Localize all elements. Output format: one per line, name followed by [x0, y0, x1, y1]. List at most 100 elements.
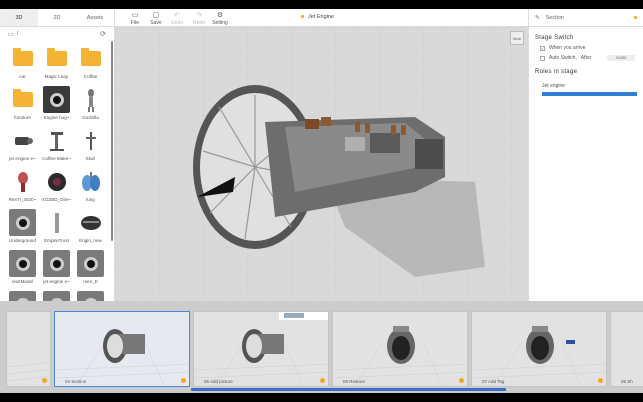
folder-icon: [9, 45, 36, 72]
asset-item[interactable]: Engine hug~: [40, 86, 73, 127]
object-thumbnail: [43, 209, 70, 236]
engine-component: [305, 119, 319, 129]
folder-icon: [77, 45, 104, 72]
asset-item[interactable]: EmpireTrust: [40, 209, 73, 250]
asset-item[interactable]: Skull: [74, 127, 107, 168]
engine-thumbnail: [43, 86, 70, 113]
slide-thumbnail: [472, 326, 606, 386]
home-indicator-bar: [0, 393, 643, 402]
file-button[interactable]: ▭ File: [125, 11, 145, 26]
properties-header: ✎ Section: [529, 9, 643, 27]
asset-item[interactable]: jet engine e~: [40, 250, 73, 291]
status-bar: [0, 0, 643, 9]
when-arrive-option[interactable]: ✓ When you arrive: [540, 45, 643, 51]
asset-item[interactable]: car: [6, 45, 39, 86]
asset-item[interactable]: Coffee Make~: [40, 127, 73, 168]
scene-canvas: [115, 27, 528, 301]
engine-thumbnail: [9, 209, 36, 236]
object-thumbnail: [9, 168, 36, 195]
asset-tabs: 3D 2D Assets: [0, 9, 114, 27]
slide-badge: [320, 378, 325, 383]
status-dot: [634, 16, 637, 19]
asset-item[interactable]: Coffee: [74, 45, 107, 86]
object-thumbnail: [43, 168, 70, 195]
stage-slide[interactable]: [6, 311, 51, 387]
redo-button[interactable]: ↷ Redo: [189, 11, 209, 26]
undo-button[interactable]: ↶ Undo: [167, 11, 187, 26]
save-icon: ▢: [152, 12, 160, 19]
roles-title: Roles in stage: [535, 69, 578, 75]
slide-badge: [459, 378, 464, 383]
asset-item[interactable]: Engin_new: [74, 209, 107, 250]
3d-viewport[interactable]: Mode: [115, 27, 528, 301]
object-thumbnail: [77, 209, 104, 236]
asset-item[interactable]: RenTi_2020~: [6, 168, 39, 209]
engine-nozzle: [415, 139, 443, 169]
asset-item[interactable]: [40, 291, 73, 301]
stage-slide-restore[interactable]: 06 Restore: [332, 311, 468, 387]
asset-item[interactable]: jet engine e~: [6, 127, 39, 168]
slide-badge: [598, 378, 603, 383]
engine-thumbnail: [77, 250, 104, 277]
when-arrive-checkbox[interactable]: ✓: [540, 45, 545, 51]
slide-badge: [42, 378, 47, 383]
asset-item[interactable]: Godzilla: [74, 86, 107, 127]
path-bar: ▭ / ⟳: [0, 27, 114, 41]
document-title: Jet Engine: [301, 14, 334, 20]
gear-icon: ⚙: [216, 12, 224, 19]
asset-item[interactable]: [74, 291, 107, 301]
view-mode-button[interactable]: Mode: [510, 31, 524, 45]
figure-thumbnail: [77, 86, 104, 113]
unsaved-dot: [301, 15, 304, 19]
object-thumbnail: [77, 127, 104, 154]
properties-panel: ✎ Section Stage Switch ✓ When you arrive…: [528, 9, 643, 301]
asset-item[interactable]: Underground: [6, 209, 39, 250]
slide-thumbnail: [7, 361, 50, 382]
engine-thumbnail: [43, 291, 70, 301]
object-thumbnail: [43, 127, 70, 154]
slide-thumbnail: [55, 329, 189, 386]
asset-item[interactable]: furniture: [6, 86, 39, 127]
role-selection-bar[interactable]: [542, 92, 637, 96]
edit-icon: ✎: [535, 14, 540, 21]
tab-assets[interactable]: Assets: [76, 9, 114, 26]
asset-scrollbar[interactable]: [111, 41, 113, 241]
folder-icon: ▭: [131, 12, 139, 19]
lung-thumbnail: [77, 168, 104, 195]
asset-item[interactable]: XGZBD_Dire~: [40, 168, 73, 209]
path-text: /: [16, 31, 19, 37]
asset-item[interactable]: Magic Leap: [40, 45, 73, 86]
save-button[interactable]: ▢ Save: [146, 11, 166, 26]
folder-icon: [9, 86, 36, 113]
after-seconds-input[interactable]: 5.000: [607, 55, 636, 61]
tab-2d[interactable]: 2D: [38, 9, 76, 26]
slide-thumbnail: [194, 312, 328, 386]
stage-slide-add-tag[interactable]: 07 Add Tag: [471, 311, 607, 387]
stage-slide-section[interactable]: 04 Section: [54, 311, 190, 387]
toolbar: ▭ File ▢ Save ↶ Undo ↷ Redo ⚙ Setting Jet Eng…: [115, 9, 528, 27]
auto-switch-checkbox[interactable]: [540, 55, 545, 61]
engine-thumbnail: [77, 291, 104, 301]
asset-item[interactable]: [6, 291, 39, 301]
stage-slide[interactable]: 08 Sh: [610, 311, 643, 387]
asset-grid: car Magic Leap Coffee furniture Engine h…: [6, 45, 108, 301]
tab-3d[interactable]: 3D: [0, 9, 38, 26]
slide-badge: [181, 378, 186, 383]
stage-timeline: 04 Section 05 Add picture 06 Restore 07 …: [0, 301, 643, 393]
setting-button[interactable]: ⚙ Setting: [210, 11, 230, 26]
object-thumbnail: [9, 127, 36, 154]
engine-thumbnail: [43, 250, 70, 277]
stage-switch-title: Stage Switch: [535, 35, 574, 41]
role-name[interactable]: Jet engine: [542, 83, 643, 89]
engine-thumbnail: [9, 291, 36, 301]
asset-item[interactable]: lung: [74, 168, 107, 209]
stage-slide-add-picture[interactable]: 05 Add picture: [193, 311, 329, 387]
auto-switch-option[interactable]: Auto Switch, After 5.000: [540, 55, 643, 61]
asset-panel: 3D 2D Assets ▭ / ⟳ car Magic Leap Coffee…: [0, 9, 115, 301]
timeline-scrollbar[interactable]: [191, 388, 506, 391]
asset-item[interactable]: men_E: [74, 250, 107, 291]
undo-icon: ↶: [174, 12, 180, 19]
refresh-icon[interactable]: ⟳: [100, 30, 106, 38]
asset-item[interactable]: revitModel: [6, 250, 39, 291]
folder-icon[interactable]: ▭: [8, 31, 14, 38]
